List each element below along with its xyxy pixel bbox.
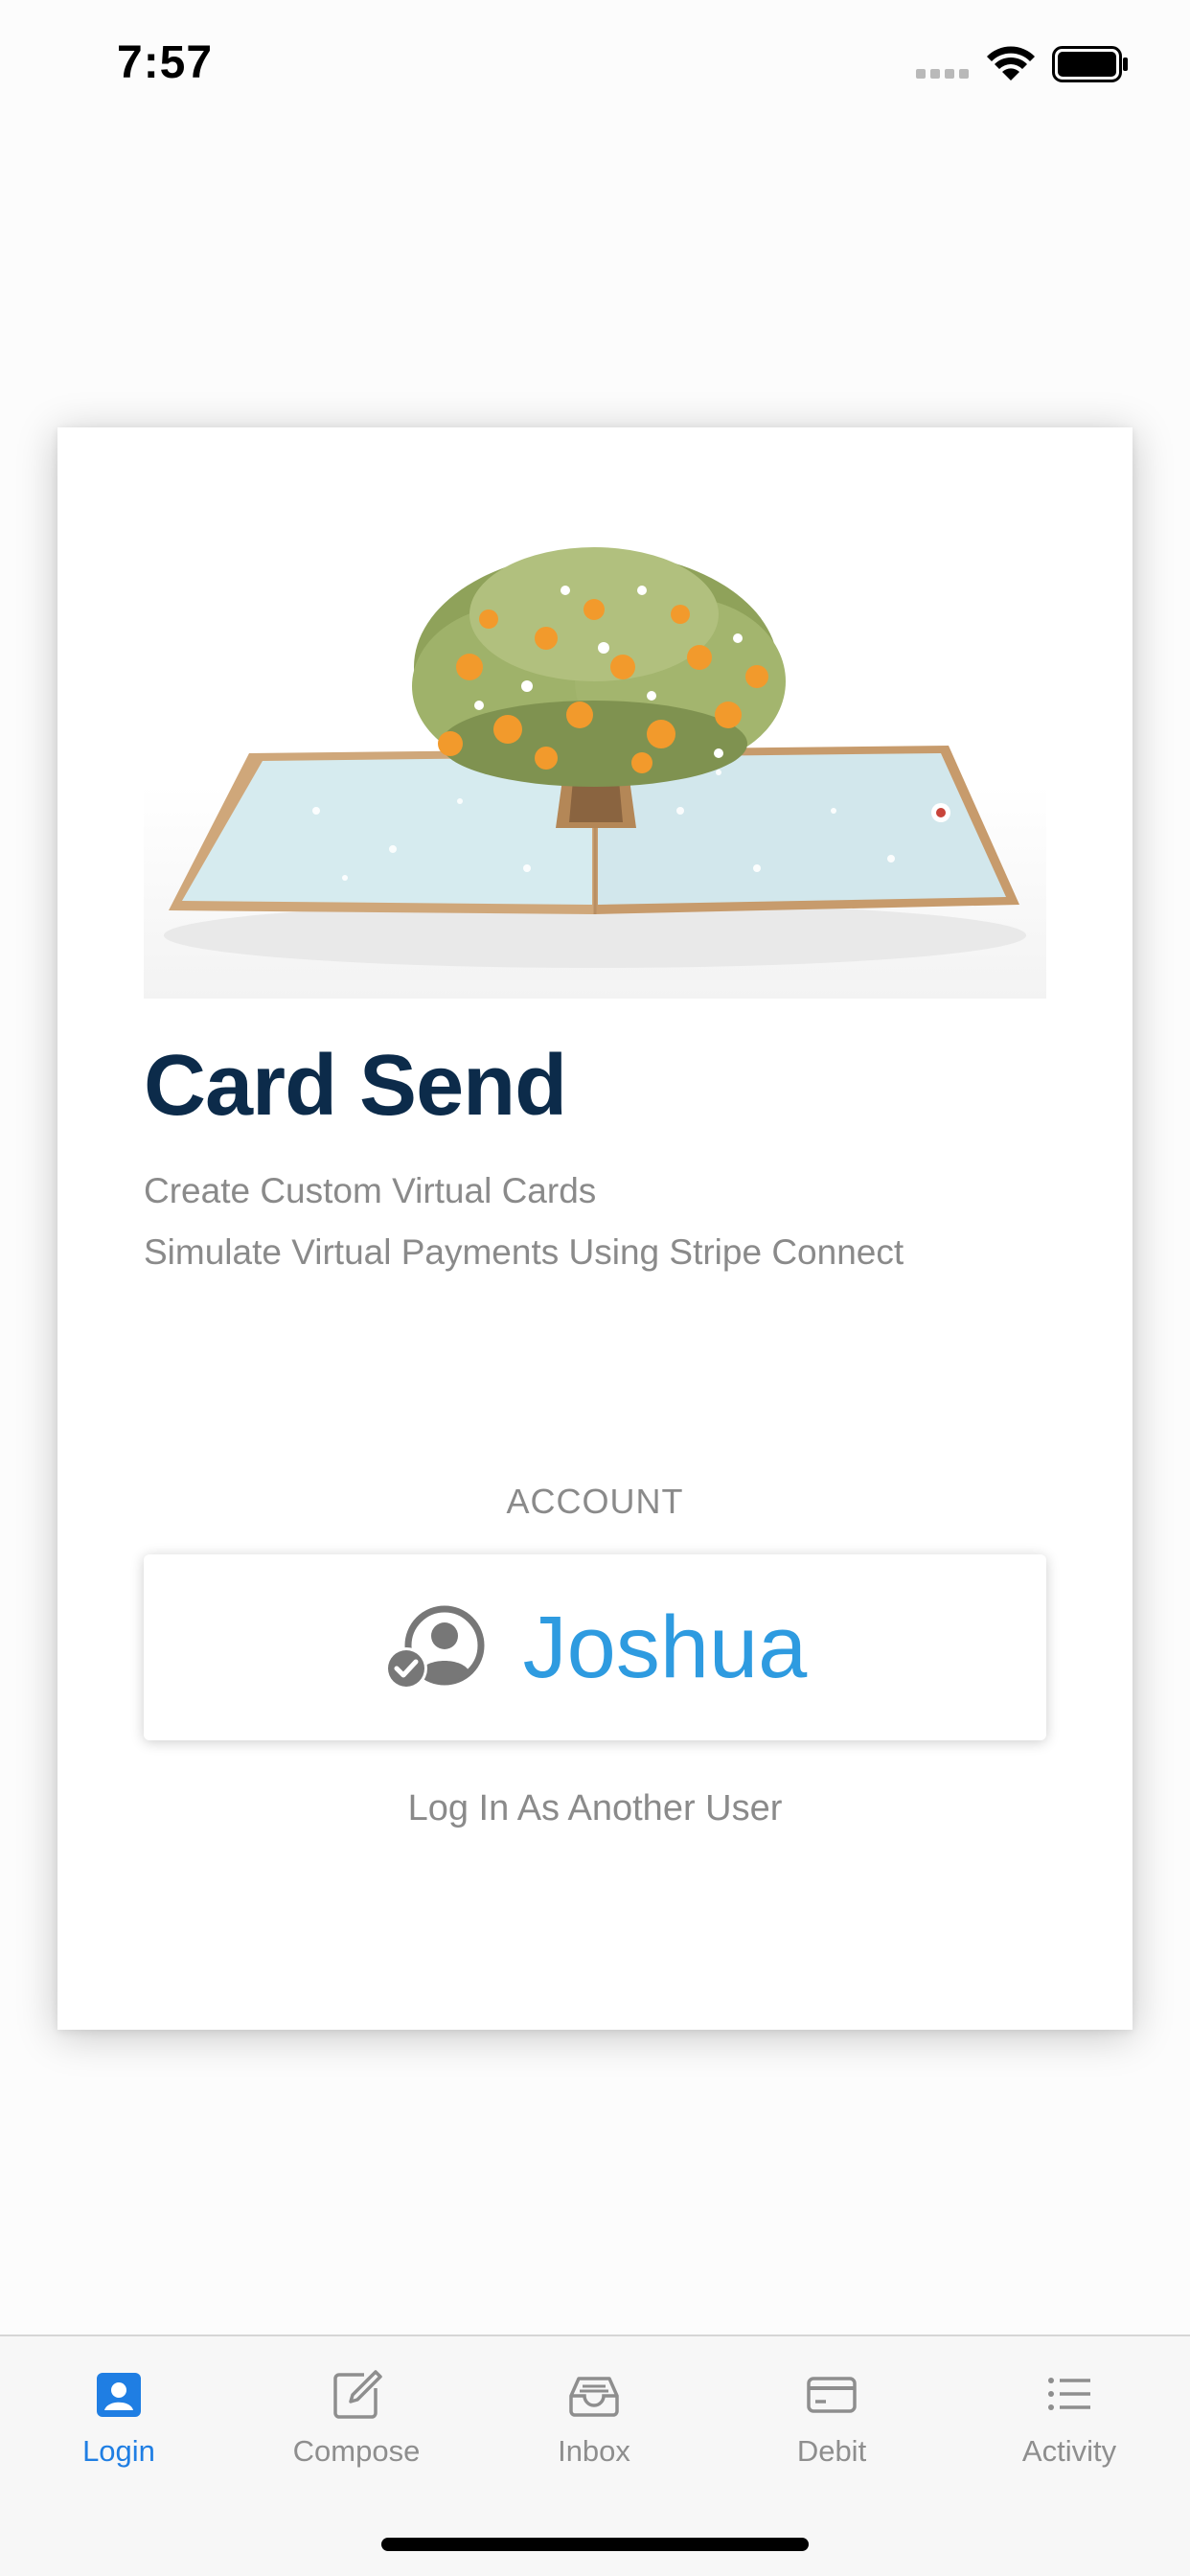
tab-login[interactable]: Login bbox=[0, 2336, 238, 2499]
subtitle-line-2: Simulate Virtual Payments Using Stripe C… bbox=[144, 1232, 904, 1272]
log-in-as-another-user-link[interactable]: Log In As Another User bbox=[57, 1788, 1133, 1829]
battery-icon bbox=[1052, 46, 1128, 82]
welcome-card: Card Send Create Custom Virtual Cards Si… bbox=[57, 427, 1133, 2030]
tab-label-login: Login bbox=[82, 2434, 155, 2468]
app-title: Card Send bbox=[144, 1038, 567, 1134]
wifi-icon bbox=[987, 46, 1035, 80]
tab-label-compose: Compose bbox=[292, 2434, 421, 2468]
tab-debit[interactable]: Debit bbox=[713, 2336, 950, 2499]
login-screen: 7:57 Card Send Create Custom Virtual Car… bbox=[0, 0, 1190, 2576]
cellular-signal-icon bbox=[916, 69, 969, 79]
compose-icon bbox=[333, 2370, 382, 2419]
subtitle-line-1: Create Custom Virtual Cards bbox=[144, 1171, 597, 1210]
status-time: 7:57 bbox=[117, 37, 214, 88]
inbox-tray-icon bbox=[569, 2377, 619, 2417]
tab-label-activity: Activity bbox=[1021, 2434, 1117, 2468]
tab-activity[interactable]: Activity bbox=[950, 2336, 1188, 2499]
account-login-button[interactable]: Joshua bbox=[144, 1554, 1046, 1740]
account-name: Joshua bbox=[522, 1598, 808, 1696]
credit-card-icon bbox=[807, 2377, 857, 2413]
list-icon bbox=[1048, 2378, 1090, 2410]
tab-compose[interactable]: Compose bbox=[238, 2336, 475, 2499]
pop-up-card-image bbox=[144, 523, 1046, 999]
account-section-label: ACCOUNT bbox=[506, 1482, 684, 1521]
status-bar: 7:57 bbox=[0, 0, 1190, 126]
home-indicator[interactable] bbox=[381, 2538, 809, 2551]
tab-label-inbox: Inbox bbox=[558, 2434, 630, 2468]
tab-inbox[interactable]: Inbox bbox=[475, 2336, 713, 2499]
tab-label-debit: Debit bbox=[796, 2434, 867, 2468]
user-check-icon bbox=[384, 1605, 485, 1690]
person-badge-icon bbox=[97, 2373, 141, 2417]
